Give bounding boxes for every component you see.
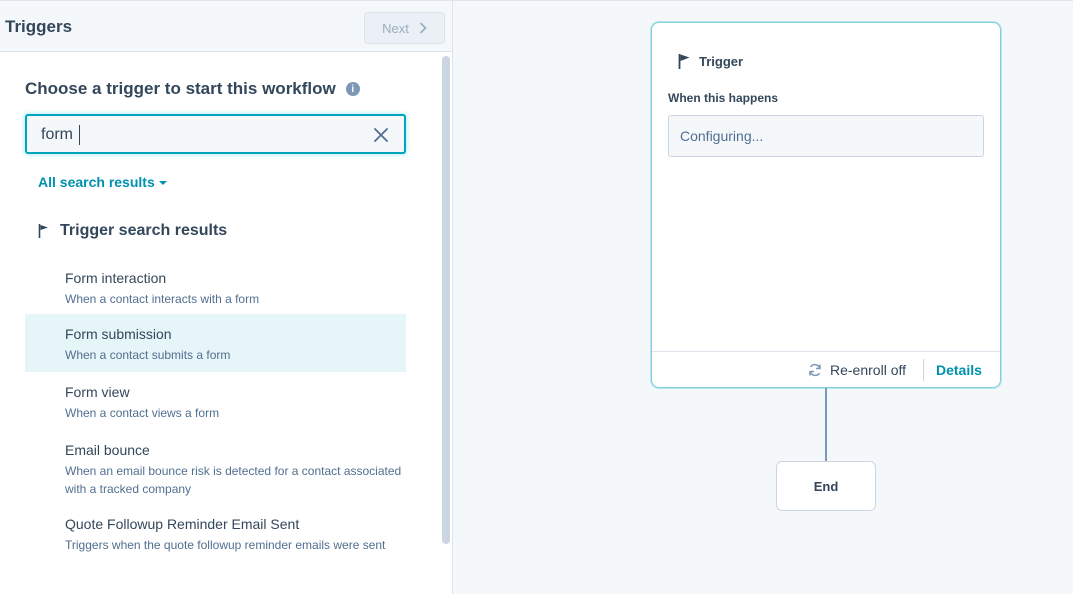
trigger-option-description: When an email bounce risk is detected fo… [65, 464, 402, 496]
trigger-option-title: Form view [65, 384, 130, 400]
trigger-card-title: Trigger [699, 54, 744, 69]
results-heading: Trigger search results [38, 222, 227, 240]
trigger-option-quote-followup-reminder[interactable]: Quote Followup Reminder Email Sent Trigg… [25, 506, 406, 582]
caret-down-icon [158, 180, 167, 185]
clear-icon[interactable] [373, 127, 389, 143]
trigger-option-email-bounce[interactable]: Email bounce When an email bounce risk i… [25, 430, 406, 506]
trigger-option-form-view[interactable]: Form view When a contact views a form [25, 372, 406, 430]
next-button-label: Next [382, 20, 409, 36]
triggers-panel: Triggers Next Choose a trigger to start … [0, 0, 453, 594]
trigger-card[interactable]: Trigger When this happens Configuring...… [651, 22, 1001, 388]
trigger-option-title: Quote Followup Reminder Email Sent [65, 516, 300, 532]
trigger-option-title: Email bounce [65, 442, 150, 458]
trigger-config-field[interactable]: Configuring... [668, 115, 984, 157]
panel-header: Triggers Next [0, 0, 452, 52]
reenroll-toggle[interactable]: Re-enroll off [808, 362, 906, 378]
scrollbar-thumb[interactable] [442, 56, 450, 544]
trigger-option-form-interaction[interactable]: Form interaction When a contact interact… [25, 256, 406, 314]
reenroll-label: Re-enroll off [830, 362, 907, 378]
footer-divider [923, 359, 924, 381]
connector-line [825, 388, 827, 462]
trigger-option-title: Form submission [65, 326, 172, 342]
chevron-right-icon [419, 22, 427, 34]
search-filter-dropdown[interactable]: All search results [38, 174, 167, 190]
text-caret [79, 125, 80, 145]
section-heading-text: Choose a trigger to start this workflow [25, 79, 336, 98]
results-heading-text: Trigger search results [60, 222, 228, 239]
details-link[interactable]: Details [936, 362, 982, 378]
trigger-option-description: When a contact views a form [65, 406, 220, 420]
next-button[interactable]: Next [364, 12, 445, 44]
search-input[interactable] [41, 125, 361, 145]
panel-title: Triggers [5, 17, 73, 36]
end-node-label: End [813, 478, 839, 494]
trigger-option-partial[interactable] [25, 582, 406, 594]
section-heading: Choose a trigger to start this workflow … [25, 79, 360, 99]
search-box[interactable] [25, 114, 406, 154]
search-filter-label: All search results [38, 174, 155, 190]
trigger-card-header: Trigger [678, 53, 743, 70]
flag-icon [678, 54, 690, 69]
end-node[interactable]: End [776, 461, 876, 511]
trigger-option-title: Form interaction [65, 270, 167, 286]
trigger-card-footer: Re-enroll off Details [652, 351, 1000, 387]
trigger-option-description: When a contact interacts with a form [65, 292, 260, 306]
when-this-happens-label: When this happens [668, 91, 779, 105]
flag-icon [38, 223, 50, 239]
refresh-icon [809, 363, 821, 377]
workflow-editor: Triggers Next Choose a trigger to start … [0, 0, 1073, 594]
trigger-option-form-submission[interactable]: Form submission When a contact submits a… [25, 314, 406, 372]
trigger-list-scroll-area[interactable]: Choose a trigger to start this workflow … [0, 52, 438, 594]
trigger-result-list: Form interaction When a contact interact… [25, 256, 406, 594]
trigger-option-description: When a contact submits a form [65, 348, 231, 362]
info-icon[interactable]: i [345, 82, 360, 96]
trigger-option-description: Triggers when the quote followup reminde… [65, 538, 386, 552]
